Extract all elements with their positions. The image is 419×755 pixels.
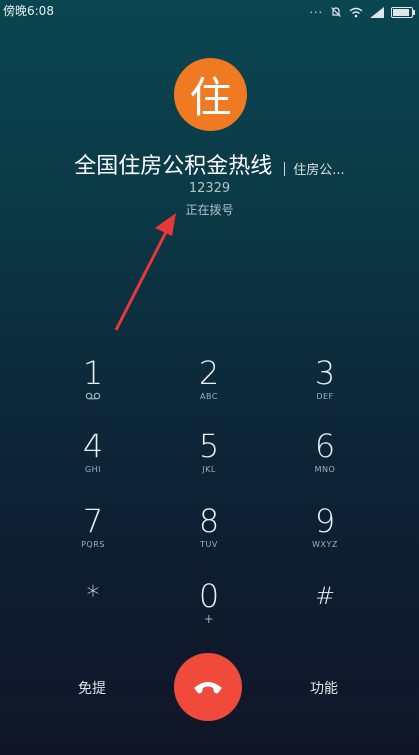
key-digit: 0 bbox=[198, 577, 220, 615]
key-digit: 4 bbox=[82, 427, 104, 465]
hang-up-button[interactable] bbox=[174, 653, 242, 721]
key-digit: 5 bbox=[198, 427, 220, 465]
key-8[interactable]: 8 TUV bbox=[151, 503, 267, 563]
key-letters: DEF bbox=[316, 392, 334, 401]
speaker-button[interactable]: 免提 bbox=[62, 678, 122, 698]
key-9[interactable]: 9 WXYZ bbox=[267, 503, 383, 563]
key-letters: MNO bbox=[314, 465, 336, 474]
key-letters: PQRS bbox=[81, 540, 105, 549]
key-digit: 8 bbox=[198, 502, 220, 540]
key-3[interactable]: 3 DEF bbox=[267, 355, 383, 415]
key-7[interactable]: 7 PQRS bbox=[35, 503, 151, 563]
key-5[interactable]: 5 JKL bbox=[151, 428, 267, 488]
voicemail-icon bbox=[35, 392, 151, 402]
key-2[interactable]: 2 ABC bbox=[151, 355, 267, 415]
key-letters: GHI bbox=[84, 465, 102, 474]
key-digit: 6 bbox=[314, 427, 336, 465]
key-letters: JKL bbox=[202, 465, 216, 474]
key-digit: 9 bbox=[314, 502, 336, 540]
key-6[interactable]: 6 MNO bbox=[267, 428, 383, 488]
key-star[interactable]: * bbox=[35, 578, 151, 638]
key-digit: 3 bbox=[314, 354, 336, 392]
key-0[interactable]: 0 + bbox=[151, 578, 267, 638]
key-digit: 2 bbox=[198, 354, 220, 392]
key-1[interactable]: 1 bbox=[35, 355, 151, 415]
key-digit: # bbox=[314, 582, 336, 610]
key-digit: * bbox=[86, 581, 100, 611]
key-letters: + bbox=[203, 612, 215, 626]
key-digit: 7 bbox=[82, 502, 104, 540]
key-letters: TUV bbox=[200, 540, 218, 549]
more-functions-button[interactable]: 功能 bbox=[294, 678, 354, 698]
key-4[interactable]: 4 GHI bbox=[35, 428, 151, 488]
key-digit: 1 bbox=[82, 354, 104, 392]
phone-hangup-icon bbox=[194, 682, 222, 694]
key-hash[interactable]: # bbox=[267, 578, 383, 638]
key-letters: WXYZ bbox=[312, 540, 338, 549]
key-letters: ABC bbox=[200, 392, 218, 401]
